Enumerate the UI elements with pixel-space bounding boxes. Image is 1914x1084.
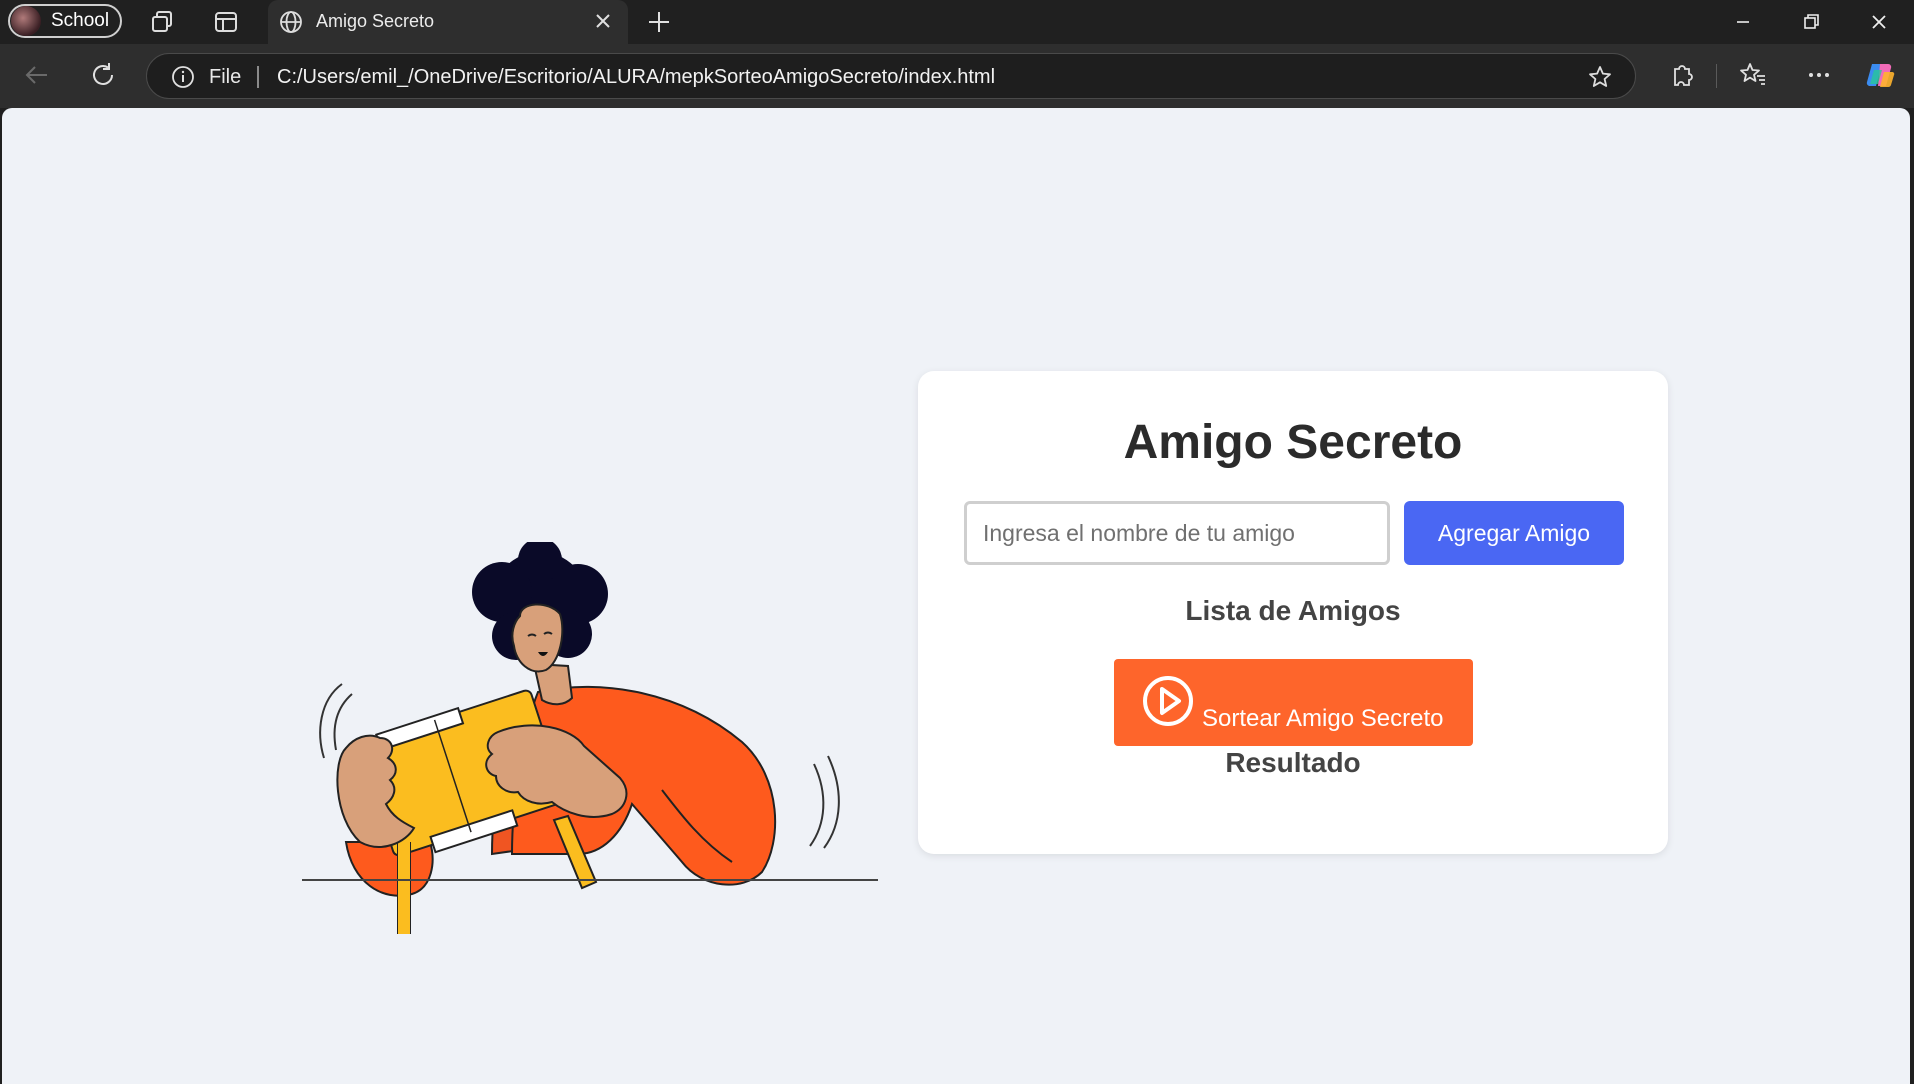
profile-button[interactable]: School [8,4,122,38]
browser-toolbar: File C:/Users/emil_/OneDrive/Escritorio/… [0,44,1914,108]
toolbar-separator [1716,64,1717,88]
copilot-icon[interactable] [1864,58,1898,92]
tab-actions-icon[interactable] [212,8,240,36]
add-friend-button[interactable]: Agregar Amigo [1404,501,1624,565]
restore-icon[interactable] [1798,9,1824,35]
tab-amigo-secreto[interactable]: Amigo Secreto [268,0,628,44]
favorite-star-icon[interactable] [1587,64,1613,90]
title-bar: School Amigo Secreto [0,0,1914,44]
info-icon[interactable] [171,65,195,89]
globe-icon [280,11,302,33]
url-text[interactable]: C:/Users/emil_/OneDrive/Escritorio/ALURA… [277,66,995,89]
more-icon[interactable] [1804,60,1834,90]
friend-name-input[interactable] [964,501,1390,565]
friend-list-heading: Lista de Amigos [1185,595,1401,626]
refresh-icon[interactable] [88,60,118,90]
close-tab-icon[interactable] [592,10,614,32]
avatar [11,6,41,36]
workspaces-icon[interactable] [148,8,176,36]
play-icon [1143,676,1193,726]
draw-secret-friend-button[interactable]: Sortear Amigo Secreto [1114,659,1473,746]
extensions-icon[interactable] [1667,60,1697,90]
back-icon[interactable] [22,60,52,90]
address-separator [257,66,259,88]
page-title: Amigo Secreto [1123,416,1463,469]
tab-title: Amigo Secreto [316,11,435,31]
page-viewport: Amigo Secreto Agregar Amigo Lista de Ami… [2,108,1910,1084]
new-tab-icon[interactable] [646,9,672,35]
secret-friend-card: Amigo Secreto Agregar Amigo Lista de Ami… [918,371,1668,854]
close-window-icon[interactable] [1866,9,1892,35]
address-bar[interactable]: File C:/Users/emil_/OneDrive/Escritorio/… [146,53,1636,99]
draw-button-label: Sortear Amigo Secreto [1202,705,1444,732]
result-heading: Resultado [1225,747,1361,778]
minimize-icon[interactable] [1730,9,1756,35]
scheme-label: File [209,66,242,88]
favorites-icon[interactable] [1738,60,1768,90]
gift-illustration [302,542,878,934]
profile-label: School [51,10,110,31]
